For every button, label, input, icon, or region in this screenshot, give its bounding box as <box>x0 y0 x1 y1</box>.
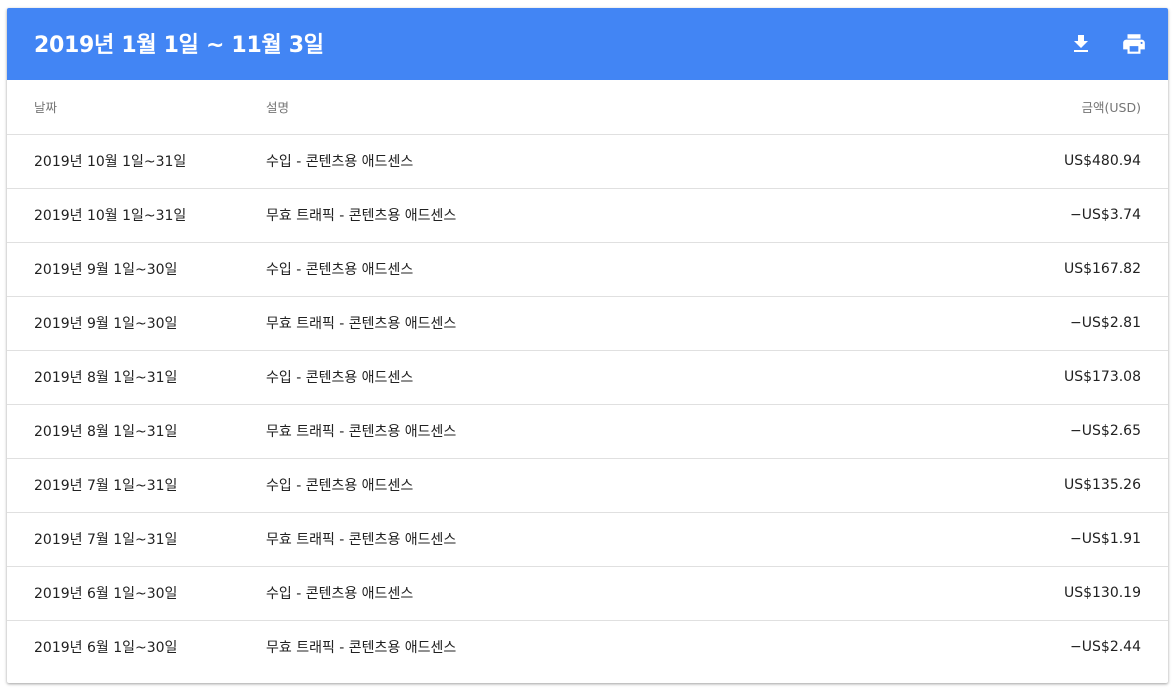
row-date: 2019년 8월 1일~31일 <box>7 350 266 405</box>
row-amount: US$130.19 <box>841 566 1168 621</box>
print-button[interactable] <box>1114 24 1154 64</box>
date-range-title: 2019년 1월 1일 ~ 11월 3일 <box>34 33 324 58</box>
row-amount: −US$2.44 <box>1070 639 1141 656</box>
transactions-card: 2019년 1월 1일 ~ 11월 3일 날짜 설명 금액(USD) 2019년… <box>7 8 1168 683</box>
row-date: 2019년 9월 1일~30일 <box>7 242 266 297</box>
row-date: 2019년 9월 1일~30일 <box>7 296 266 351</box>
table-row: 2019년 9월 1일~30일 무효 트래픽 - 콘텐츠용 애드센스 −US$2… <box>7 296 1168 351</box>
row-date: 2019년 10월 1일~31일 <box>7 188 266 243</box>
transactions-table: 날짜 설명 금액(USD) 2019년 10월 1일~31일 수입 - 콘텐츠용… <box>7 80 1168 674</box>
row-description: 무효 트래픽 - 콘텐츠용 애드센스 <box>266 296 841 351</box>
row-description: 수입 - 콘텐츠용 애드센스 <box>266 134 841 189</box>
row-date: 2019년 8월 1일~31일 <box>7 404 266 459</box>
table-row: 2019년 6월 1일~30일 수입 - 콘텐츠용 애드센스 US$130.19 <box>7 566 1168 621</box>
row-description: 무효 트래픽 - 콘텐츠용 애드센스 <box>266 404 841 459</box>
row-description: 수입 - 콘텐츠용 애드센스 <box>266 458 841 513</box>
row-amount: −US$2.65 <box>841 404 1168 459</box>
table-row: 2019년 7월 1일~31일 무효 트래픽 - 콘텐츠용 애드센스 −US$1… <box>7 512 1168 567</box>
row-date: 2019년 7월 1일~31일 <box>7 458 266 513</box>
print-icon <box>1123 34 1145 54</box>
row-amount: US$167.82 <box>841 242 1168 297</box>
table-row: 2019년 6월 1일~30일 무효 트래픽 - 콘텐츠용 애드센스 −US$2… <box>7 620 1168 674</box>
row-description: 무효 트래픽 - 콘텐츠용 애드센스 <box>266 640 457 657</box>
table-row: 2019년 10월 1일~31일 무효 트래픽 - 콘텐츠용 애드센스 −US$… <box>7 188 1168 243</box>
row-description: 수입 - 콘텐츠용 애드센스 <box>266 242 841 297</box>
row-description: 수입 - 콘텐츠용 애드센스 <box>266 566 841 621</box>
row-amount: US$480.94 <box>841 134 1168 189</box>
column-header-date: 날짜 <box>7 80 266 135</box>
row-amount: US$135.26 <box>841 458 1168 513</box>
table-row: 2019년 9월 1일~30일 수입 - 콘텐츠용 애드센스 US$167.82 <box>7 242 1168 297</box>
column-header-description: 설명 <box>266 80 841 135</box>
row-amount: −US$1.91 <box>841 512 1168 567</box>
table-row: 2019년 7월 1일~31일 수입 - 콘텐츠용 애드센스 US$135.26 <box>7 458 1168 513</box>
row-date: 2019년 6월 1일~30일 <box>34 640 178 657</box>
table-header-row: 날짜 설명 금액(USD) <box>7 80 1168 135</box>
row-description: 무효 트래픽 - 콘텐츠용 애드센스 <box>266 512 841 567</box>
column-header-amount: 금액(USD) <box>841 80 1168 135</box>
row-description: 수입 - 콘텐츠용 애드센스 <box>266 350 841 405</box>
row-amount: −US$3.74 <box>841 188 1168 243</box>
row-amount: −US$2.81 <box>841 296 1168 351</box>
card-header: 2019년 1월 1일 ~ 11월 3일 <box>7 8 1168 80</box>
download-button[interactable] <box>1061 24 1101 64</box>
header-actions <box>1048 8 1154 80</box>
table-row: 2019년 8월 1일~31일 수입 - 콘텐츠용 애드센스 US$173.08 <box>7 350 1168 405</box>
row-date: 2019년 10월 1일~31일 <box>7 134 266 189</box>
row-description: 무효 트래픽 - 콘텐츠용 애드센스 <box>266 188 841 243</box>
row-amount: US$173.08 <box>841 350 1168 405</box>
download-icon <box>1074 35 1088 52</box>
row-date: 2019년 6월 1일~30일 <box>7 566 266 621</box>
table-row: 2019년 8월 1일~31일 무효 트래픽 - 콘텐츠용 애드센스 −US$2… <box>7 404 1168 459</box>
row-date: 2019년 7월 1일~31일 <box>7 512 266 567</box>
table-row: 2019년 10월 1일~31일 수입 - 콘텐츠용 애드센스 US$480.9… <box>7 134 1168 189</box>
